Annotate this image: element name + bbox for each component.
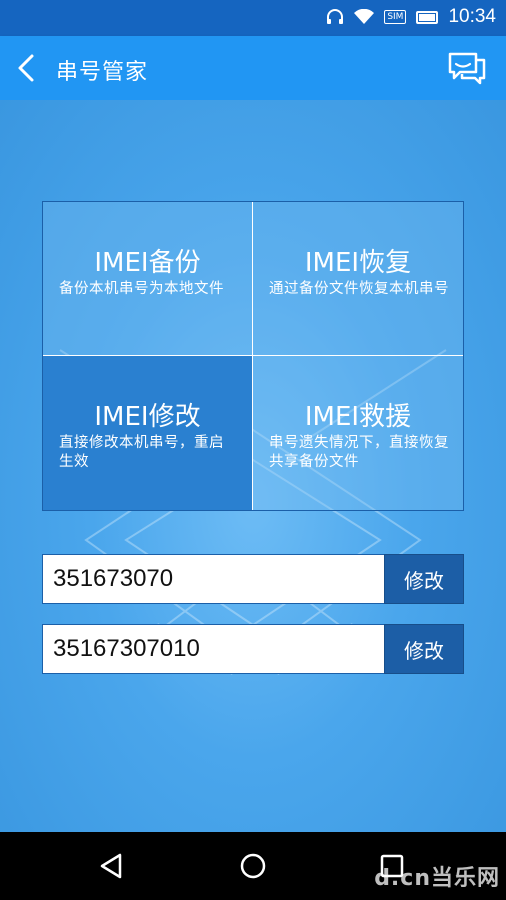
headset-icon [326,9,344,25]
imei-input-2[interactable] [42,624,384,674]
modify-button-2[interactable]: 修改 [384,624,464,674]
modify-button-1[interactable]: 修改 [384,554,464,604]
status-icons: SIM 10:34 [326,6,496,28]
back-button[interactable] [8,46,52,90]
tile-imei-backup[interactable]: IMEI备份 备份本机串号为本地文件 [43,202,253,356]
circle-home-icon [240,853,266,879]
imei-row-2: 修改 [42,624,464,674]
battery-icon [416,10,439,24]
chat-bubbles-icon [448,52,486,85]
tile-title: IMEI恢复 [304,248,412,278]
tile-description: 串号遗失情况下，直接恢复共享备份文件 [269,435,449,470]
chevron-left-icon [18,54,34,82]
app-title: 串号管家 [56,60,149,85]
tile-title: IMEI修改 [94,402,201,432]
wifi-icon [354,9,375,25]
tile-imei-rescue[interactable]: IMEI救援 串号遗失情况下，直接恢复共享备份文件 [253,356,463,510]
tile-description: 通过备份文件恢复本机串号 [269,281,449,297]
imei-row-1: 修改 [42,554,464,604]
tile-description: 备份本机串号为本地文件 [59,281,224,297]
sim-icon: SIM [384,10,407,24]
main-content: IMEI备份 备份本机串号为本地文件 IMEI恢复 通过备份文件恢复本机串号 I… [0,100,506,832]
chat-button[interactable] [446,46,490,90]
tile-title: IMEI备份 [94,248,201,278]
nav-home-button[interactable] [235,848,271,884]
watermark: d.cn当乐网 [374,866,500,891]
tile-description: 直接修改本机串号，重启生效 [59,435,224,470]
tile-imei-modify[interactable]: IMEI修改 直接修改本机串号，重启生效 [43,356,253,510]
navigation-bar: d.cn当乐网 [0,832,506,900]
function-grid: IMEI备份 备份本机串号为本地文件 IMEI恢复 通过备份文件恢复本机串号 I… [42,201,464,511]
triangle-back-icon [100,853,122,879]
nav-back-button[interactable] [94,848,130,884]
app-bar: 串号管家 [0,36,506,100]
status-time: 10:34 [448,6,496,27]
imei-input-1[interactable] [42,554,384,604]
status-bar: SIM 10:34 [0,0,506,36]
tile-imei-restore[interactable]: IMEI恢复 通过备份文件恢复本机串号 [253,202,463,356]
tile-title: IMEI救援 [304,402,412,432]
